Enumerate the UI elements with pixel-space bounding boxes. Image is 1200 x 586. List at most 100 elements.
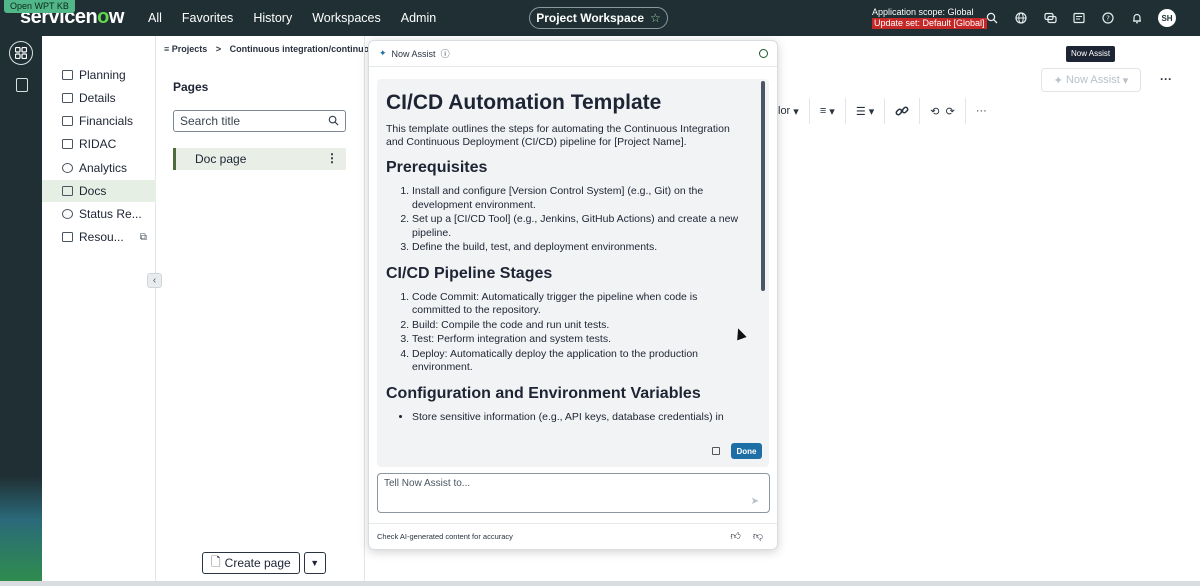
ai-disclaimer: Check AI-generated content for accuracy xyxy=(377,532,513,541)
more-options-icon[interactable]: ··· xyxy=(1160,72,1172,86)
breadcrumb-separator: > xyxy=(215,44,222,54)
now-assist-prompt-input[interactable]: Tell Now Assist to... ➤ xyxy=(377,473,770,513)
pages-heading: Pages xyxy=(173,80,209,94)
workspace-switcher[interactable]: Project Workspace ☆ xyxy=(529,7,668,29)
update-set-line: Update set: Default [Global] xyxy=(872,18,987,29)
sidenav-item-status-report[interactable]: Status Re... xyxy=(42,203,156,225)
link-button[interactable] xyxy=(885,98,921,124)
list-dropdown[interactable]: ☰ ▾ xyxy=(846,98,886,124)
text-color-dropdown[interactable]: lor ▾ xyxy=(778,98,810,124)
pipeline-stages-list: Code Commit: Automatically trigger the p… xyxy=(386,291,748,375)
menu-lines-icon: ≡ xyxy=(164,44,172,54)
nav-all[interactable]: All xyxy=(148,11,162,25)
text-color-label: lor xyxy=(778,105,791,117)
generated-content-area[interactable]: CI/CD Automation Template This template … xyxy=(377,79,769,467)
star-icon[interactable]: ☆ xyxy=(650,11,661,25)
search-icon[interactable] xyxy=(328,115,339,129)
user-avatar[interactable]: SH xyxy=(1158,9,1176,27)
docs-icon xyxy=(62,186,73,196)
nav-history[interactable]: History xyxy=(253,11,292,25)
create-page-group: 🗋 Create page ▼ xyxy=(202,552,326,574)
workspace-label: Project Workspace xyxy=(536,11,645,25)
create-page-button[interactable]: 🗋 Create page xyxy=(202,552,300,574)
sidenav-item-resources[interactable]: Resou... ⧉ xyxy=(42,226,156,248)
bulleted-list-icon: ☰ xyxy=(855,105,866,118)
list-item: Build: Compile the code and run unit tes… xyxy=(412,319,748,333)
undo-icon[interactable]: ⟲ xyxy=(930,105,939,118)
nav-menu: All Favorites History Workspaces Admin xyxy=(148,0,436,36)
resources-icon xyxy=(62,232,73,242)
done-button[interactable]: Done xyxy=(731,443,762,459)
breadcrumb-current[interactable]: Continuous integration/continuous de xyxy=(230,44,368,54)
nav-workspaces[interactable]: Workspaces xyxy=(312,11,381,25)
search-placeholder: Search title xyxy=(180,114,241,128)
sidenav-item-analytics[interactable]: Analytics xyxy=(42,157,156,179)
scrollbar-thumb[interactable] xyxy=(761,81,765,291)
panel-divider xyxy=(364,36,365,581)
breadcrumb-projects[interactable]: Projects xyxy=(172,44,208,54)
sidenav-item-docs[interactable]: Docs xyxy=(42,180,156,202)
now-assist-header: ✦ Now Assist ⓘ xyxy=(369,41,777,67)
globe-icon[interactable] xyxy=(1013,10,1029,26)
sidenav-item-details[interactable]: Details xyxy=(42,87,156,109)
taskbar-strip xyxy=(0,581,1200,586)
copy-icon[interactable] xyxy=(712,447,720,455)
kebab-menu-icon[interactable]: ⋮ xyxy=(326,151,338,165)
project-sidenav: Planning Details Financials RIDAC Analyt… xyxy=(42,36,156,581)
list-item: Code Commit: Automatically trigger the p… xyxy=(412,291,748,318)
thumbs-down-icon[interactable]: 👎︎ xyxy=(753,530,763,542)
thumbs-up-icon[interactable]: 👍︎ xyxy=(730,530,740,542)
sidenav-item-financials[interactable]: Financials xyxy=(42,110,156,132)
sparkle-icon: ✦ xyxy=(1053,74,1066,87)
now-assist-button[interactable]: ✦ Now Assist ▾ xyxy=(1041,68,1141,92)
page-item-label: Doc page xyxy=(195,152,247,166)
document-intro: This template outlines the steps for aut… xyxy=(386,123,730,148)
sidenav-label: Docs xyxy=(79,184,107,198)
search-title-input[interactable]: Search title xyxy=(173,110,346,132)
link-icon xyxy=(895,106,909,116)
details-icon xyxy=(62,93,73,103)
list-item: Install and configure [Version Control S… xyxy=(412,185,748,212)
sidenav-item-planning[interactable]: Planning xyxy=(42,64,156,86)
sidenav-label: Planning xyxy=(79,68,126,82)
sidenav-label: Status Re... xyxy=(79,207,142,221)
align-dropdown[interactable]: ≡ ▾ xyxy=(810,98,846,124)
document-icon[interactable] xyxy=(16,78,28,92)
list-item: Define the build, test, and deployment e… xyxy=(412,241,748,255)
breadcrumb: ≡ Projects > Continuous integration/cont… xyxy=(164,44,368,54)
undo-redo-group: ⟲ ⟳ xyxy=(920,98,966,124)
nav-favorites[interactable]: Favorites xyxy=(182,11,233,25)
sidenav-label: Details xyxy=(79,91,116,105)
status-icon xyxy=(62,209,73,219)
nav-admin[interactable]: Admin xyxy=(401,11,436,25)
chat-icon[interactable] xyxy=(1042,10,1058,26)
info-icon[interactable]: ⓘ xyxy=(441,47,450,60)
application-scope[interactable]: Application scope: Global Update set: De… xyxy=(872,7,987,29)
planning-icon xyxy=(62,70,73,80)
redo-icon[interactable]: ⟳ xyxy=(946,105,955,118)
editor-toolbar: lor ▾ ≡ ▾ ☰ ▾ ⟲ ⟳ ··· xyxy=(778,98,997,124)
align-left-icon: ≡ xyxy=(819,105,827,117)
app-grid-icon[interactable] xyxy=(9,41,33,65)
list-item: Store sensitive information (e.g., API k… xyxy=(412,411,748,425)
agent-inbox-icon[interactable] xyxy=(1071,10,1087,26)
help-icon[interactable]: ? xyxy=(1100,10,1116,26)
top-navigation-bar: Open WPT KB servicenow All Favorites His… xyxy=(0,0,1200,36)
section-heading: Prerequisites xyxy=(386,159,488,176)
notifications-bell-icon[interactable] xyxy=(1129,10,1145,26)
sidenav-item-ridac[interactable]: RIDAC xyxy=(42,133,156,155)
open-kb-badge[interactable]: Open WPT KB xyxy=(4,0,75,13)
close-icon[interactable] xyxy=(759,49,768,58)
create-page-dropdown-button[interactable]: ▼ xyxy=(303,552,326,574)
header-icons: ? SH xyxy=(984,0,1176,36)
sidenav-label: Resou... xyxy=(79,230,124,244)
now-assist-footer: Check AI-generated content for accuracy … xyxy=(369,523,777,549)
collapse-sidenav-button[interactable]: ‹ xyxy=(147,273,162,288)
external-link-icon[interactable]: ⧉ xyxy=(140,232,147,243)
search-icon[interactable] xyxy=(984,10,1000,26)
configuration-list: Store sensitive information (e.g., API k… xyxy=(386,411,748,425)
svg-text:?: ? xyxy=(1106,15,1110,23)
more-toolbar-icon[interactable]: ··· xyxy=(966,98,997,124)
send-icon[interactable]: ➤ xyxy=(751,496,759,507)
page-list-item[interactable]: Doc page ⋮ xyxy=(173,148,346,170)
